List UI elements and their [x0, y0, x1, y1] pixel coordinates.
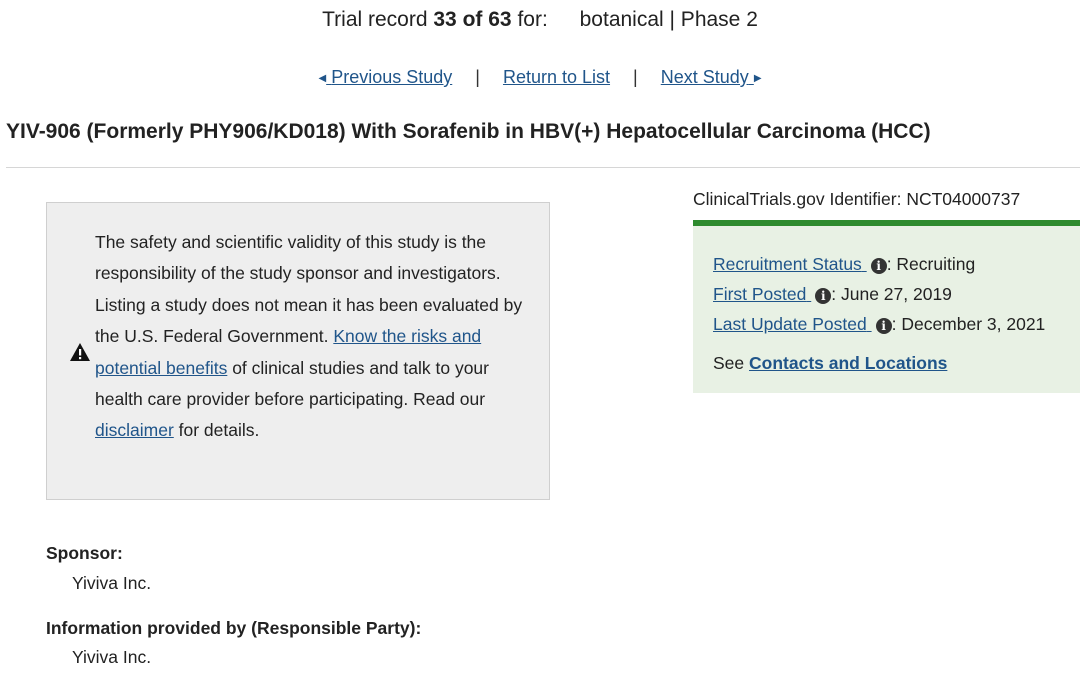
last-update-value: : December 3, 2021 — [891, 314, 1046, 334]
contacts-row: See Contacts and Locations — [713, 353, 947, 374]
warning-icon — [70, 343, 90, 361]
divider — [6, 167, 1080, 168]
return-to-list-link[interactable]: Return to List — [503, 67, 610, 87]
contacts-locations-link[interactable]: Contacts and Locations — [749, 353, 947, 373]
disclaimer-text: The safety and scientific validity of th… — [95, 227, 525, 447]
triangle-right-icon: ▶ — [753, 73, 762, 84]
status-box: Recruitment Status i: Recruiting First P… — [693, 220, 1080, 393]
clinicaltrials-identifier: ClinicalTrials.gov Identifier: NCT040007… — [693, 189, 1020, 210]
next-study-link[interactable]: Next Study ▶ — [661, 67, 762, 87]
disclaimer-text-part: for details. — [173, 420, 260, 441]
nav-separator: | — [633, 67, 638, 87]
triangle-left-icon: ◀ — [318, 73, 327, 84]
first-posted-link[interactable]: First Posted i — [713, 284, 832, 304]
next-study-label: Next Study — [660, 67, 749, 87]
trial-record-line: Trial record 33 of 63 for: botanical | P… — [0, 8, 1080, 32]
first-posted-row: First Posted i: June 27, 2019 — [713, 284, 952, 305]
responsible-party-value: Yiviva Inc. — [72, 647, 152, 667]
last-update-row: Last Update Posted i: December 3, 2021 — [713, 314, 1045, 335]
last-update-label: Last Update Posted — [713, 314, 867, 334]
identifier-label: ClinicalTrials.gov Identifier: — [693, 189, 902, 209]
record-position: 33 of 63 — [433, 8, 512, 31]
recruitment-status-row: Recruitment Status i: Recruiting — [713, 254, 975, 275]
recruitment-status-link[interactable]: Recruitment Status i — [713, 254, 887, 274]
study-navigation: ◀ Previous Study | Return to List | Next… — [0, 67, 1080, 88]
responsible-party-label: Information provided by (Responsible Par… — [46, 618, 422, 638]
sponsor-value: Yiviva Inc. — [72, 573, 152, 593]
first-posted-label: First Posted — [713, 284, 807, 304]
nav-separator: | — [475, 67, 480, 87]
disclaimer-link[interactable]: disclaimer — [95, 420, 174, 440]
sponsor-label: Sponsor: — [46, 543, 123, 563]
disclaimer-box: The safety and scientific validity of th… — [46, 202, 550, 500]
record-for-label: for: — [517, 8, 548, 31]
first-posted-value: : June 27, 2019 — [831, 284, 952, 304]
previous-study-link[interactable]: ◀ Previous Study — [318, 67, 452, 87]
info-icon: i — [815, 288, 832, 304]
record-prefix: Trial record — [322, 8, 428, 31]
recruitment-status-label: Recruitment Status — [713, 254, 862, 274]
see-label: See — [713, 353, 745, 373]
recruitment-status-value: : Recruiting — [886, 254, 976, 274]
info-icon: i — [875, 318, 892, 334]
identifier-value: NCT04000737 — [906, 189, 1021, 209]
study-title: YIV-906 (Formerly PHY906/KD018) With Sor… — [6, 120, 931, 143]
search-query: botanical | Phase 2 — [579, 8, 758, 31]
info-icon: i — [870, 258, 887, 274]
last-update-link[interactable]: Last Update Posted i — [713, 314, 892, 334]
previous-study-label: Previous Study — [331, 67, 453, 87]
